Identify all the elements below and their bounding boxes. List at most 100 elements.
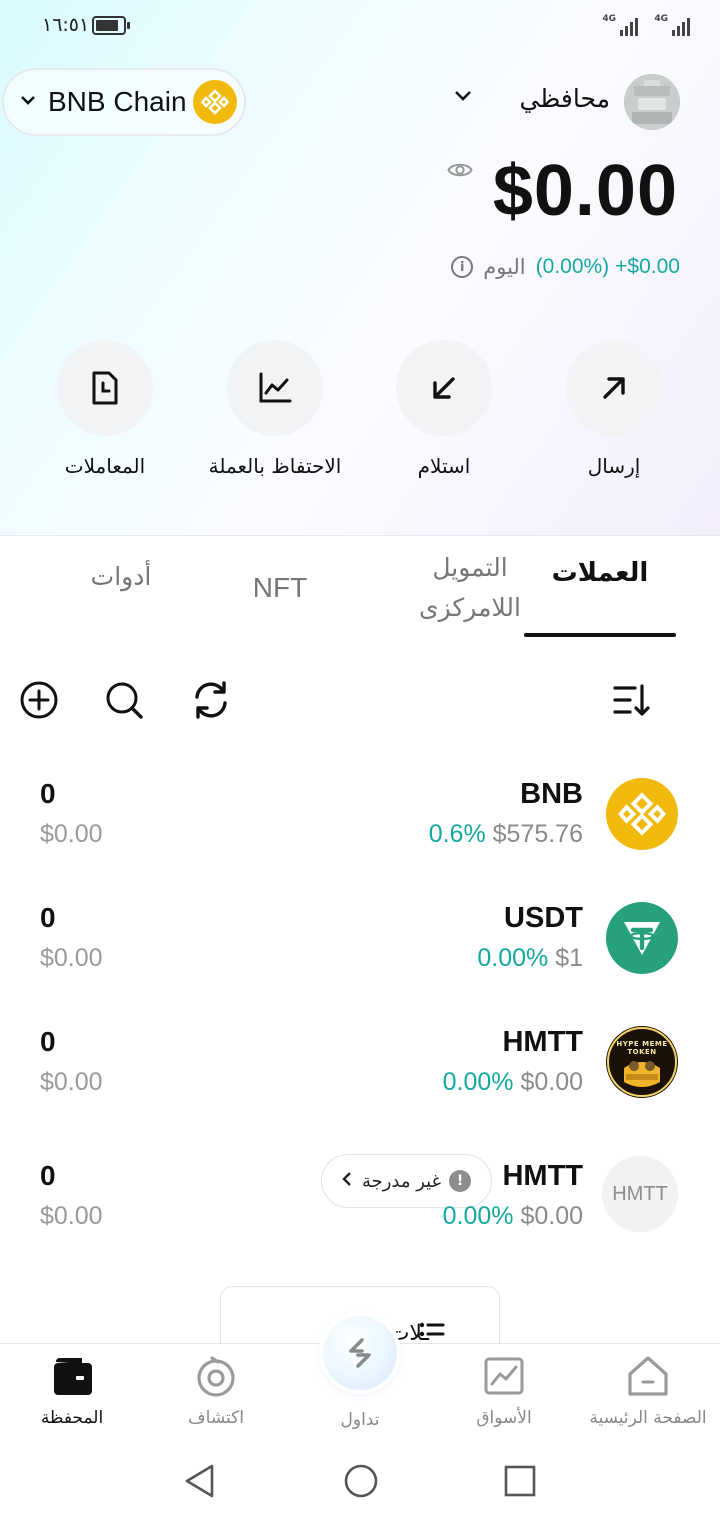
hold-coin-button[interactable]: الاحتفاظ بالعملة xyxy=(185,340,365,478)
token-amount: 0 xyxy=(40,1026,56,1057)
token-symbol: HMTT xyxy=(502,1160,583,1192)
trade-button[interactable] xyxy=(323,1316,397,1390)
token-row-hmtt-unlisted[interactable]: HMTT HMTT ! غير مدرجة 0.00% $0.00 0 $0.0… xyxy=(0,1154,720,1280)
total-balance: $0.00 xyxy=(492,151,678,231)
nav-wallet-label: المحفظة xyxy=(40,1408,104,1428)
send-button[interactable]: إرسال xyxy=(524,340,704,478)
nav-home-label: الصفحة الرئيسية xyxy=(589,1408,707,1428)
status-time: ١٦:٥١ xyxy=(42,14,90,36)
asset-tabs: العملات التمويل اللامركزى NFT أدوات xyxy=(0,535,720,645)
token-price: $575.76 xyxy=(492,820,583,848)
nav-markets[interactable]: الأسواق xyxy=(432,1344,576,1444)
token-symbol: USDT xyxy=(504,902,583,934)
nav-discover-label: اكتشاف xyxy=(188,1408,244,1428)
chevron-left-icon xyxy=(342,1171,352,1192)
sort-icon[interactable] xyxy=(612,680,652,720)
token-price-line: 0.6% $575.76 xyxy=(429,820,583,849)
battery-icon xyxy=(92,16,130,35)
eye-icon[interactable] xyxy=(447,160,473,184)
info-icon[interactable]: i xyxy=(451,256,474,278)
wallet-name[interactable]: محافظي xyxy=(520,84,610,113)
status-bar: ١٦:٥١ 4G 4G xyxy=(0,0,720,56)
balance-change: i اليوم (0.00%) +$0.00 xyxy=(451,255,680,279)
trade-icon xyxy=(349,1338,371,1368)
avatar[interactable] xyxy=(624,74,680,130)
wallet-screen: ١٦:٥١ 4G 4G BNB Chain محافظي $0.00 i الي… xyxy=(0,0,720,1520)
markets-icon xyxy=(480,1352,528,1404)
token-price-line: 0.00% $0.00 xyxy=(443,1068,583,1097)
bnb-chain-icon xyxy=(192,80,237,124)
tab-coins[interactable]: العملات xyxy=(524,558,676,588)
transactions-label: المعاملات xyxy=(64,454,146,478)
token-fiat: $0.00 xyxy=(40,944,103,972)
send-label: إرسال xyxy=(587,454,641,478)
arrow-down-left-icon xyxy=(433,377,455,399)
signal-icon-2: 4G xyxy=(654,14,690,36)
token-fiat: $0.00 xyxy=(40,1202,103,1230)
arrow-up-right-icon xyxy=(603,377,625,399)
tab-defi-line1: التمويل xyxy=(432,553,508,582)
add-token-icon[interactable] xyxy=(19,680,59,720)
token-change: 0.00% xyxy=(442,1202,514,1230)
unlisted-label: غير مدرجة xyxy=(361,1170,441,1192)
token-fiat: $0.00 xyxy=(40,820,103,848)
tab-nft[interactable]: NFT xyxy=(240,572,320,604)
discover-icon xyxy=(192,1352,240,1404)
chart-line-icon xyxy=(259,372,292,403)
tab-tools[interactable]: أدوات xyxy=(66,562,176,591)
change-value: +$0.00 xyxy=(615,255,680,278)
receive-button[interactable]: استلام xyxy=(354,340,534,478)
active-tab-indicator xyxy=(524,633,676,637)
receive-label: استلام xyxy=(417,454,471,478)
recent-apps-icon[interactable] xyxy=(504,1465,536,1501)
token-amount: 0 xyxy=(40,1160,56,1191)
token-price-line: 0.00% $1 xyxy=(477,944,583,973)
token-row-usdt[interactable]: USDT 0.00% $1 0 $0.00 xyxy=(0,902,720,1022)
token-change: 0.00% xyxy=(477,944,549,972)
token-price: $0.00 xyxy=(520,1068,583,1096)
nav-markets-label: الأسواق xyxy=(476,1408,532,1428)
token-price: $0.00 xyxy=(520,1202,583,1230)
token-change: 0.6% xyxy=(428,820,486,848)
chain-selector[interactable]: BNB Chain xyxy=(2,68,246,136)
nav-trade-label: تداول xyxy=(340,1410,380,1430)
wallet-icon xyxy=(48,1352,96,1404)
hype-meme-token-icon: HYPE MEME TOKEN xyxy=(606,1026,678,1098)
token-icon-text: HYPE MEME TOKEN xyxy=(616,1040,668,1056)
back-icon[interactable] xyxy=(184,1463,216,1503)
token-price-line: 0.00% $0.00 xyxy=(443,1202,583,1231)
hold-coin-label: الاحتفاظ بالعملة xyxy=(208,454,342,478)
nav-wallet[interactable]: المحفظة xyxy=(0,1344,144,1444)
change-period: اليوم xyxy=(483,255,526,279)
document-clock-icon xyxy=(92,371,118,405)
nav-discover[interactable]: اكتشاف xyxy=(144,1344,288,1444)
token-row-hmtt[interactable]: HYPE MEME TOKEN HMTT 0.00% $0.00 0 $0.00 xyxy=(0,1026,720,1146)
tether-icon xyxy=(606,902,678,974)
refresh-icon[interactable] xyxy=(190,680,230,720)
nav-home[interactable]: الصفحة الرئيسية xyxy=(576,1344,720,1444)
token-fiat: $0.00 xyxy=(40,1068,103,1096)
token-symbol: HMTT xyxy=(502,1026,583,1058)
transactions-button[interactable]: المعاملات xyxy=(15,340,195,478)
token-symbol: BNB xyxy=(520,778,583,810)
chain-name: BNB Chain xyxy=(48,86,187,117)
home-icon xyxy=(624,1352,672,1404)
unlisted-badge[interactable]: ! غير مدرجة xyxy=(320,1154,492,1208)
hmtt-placeholder-icon: HMTT xyxy=(602,1156,678,1232)
token-amount: 0 xyxy=(40,778,56,809)
chevron-down-icon xyxy=(20,94,36,110)
exclamation-icon: ! xyxy=(449,1170,471,1192)
tab-defi-line2: اللامركزى xyxy=(419,593,521,622)
home-circle-icon[interactable] xyxy=(343,1463,379,1503)
bnb-icon xyxy=(606,778,678,850)
token-price: $1 xyxy=(555,944,583,972)
token-amount: 0 xyxy=(40,902,56,933)
wallet-chevron-down-icon[interactable] xyxy=(454,90,472,106)
signal-icon: 4G xyxy=(602,14,638,36)
system-nav-bar xyxy=(0,1443,720,1520)
search-icon[interactable] xyxy=(104,680,144,720)
token-change: 0.00% xyxy=(442,1068,514,1096)
token-row-bnb[interactable]: BNB 0.6% $575.76 0 $0.00 xyxy=(0,778,720,898)
change-percent: (0.00%) xyxy=(535,255,610,278)
tab-defi[interactable]: التمويل اللامركزى xyxy=(400,548,540,628)
